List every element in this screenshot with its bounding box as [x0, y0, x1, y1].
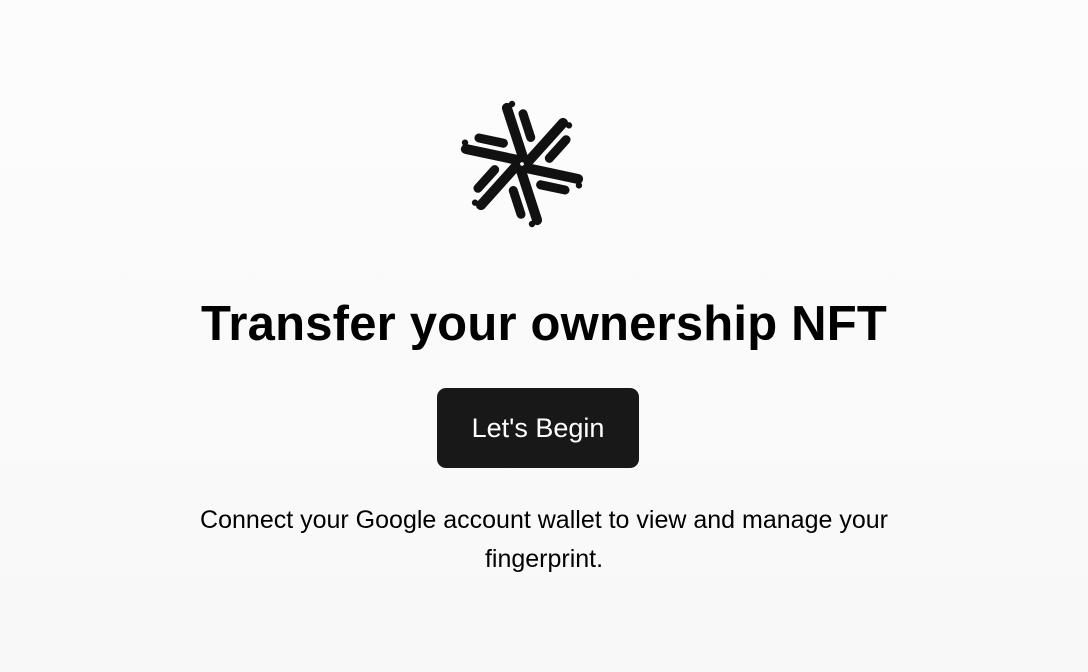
connect-description: Connect your Google account wallet to vi… [200, 506, 888, 573]
woven-star-logo-icon [458, 96, 586, 232]
page-title: Transfer your ownership NFT [200, 297, 888, 351]
lets-begin-button[interactable]: Let's Begin [437, 388, 639, 468]
landing-page: Transfer your ownership NFT Let's Begin … [0, 0, 1088, 672]
